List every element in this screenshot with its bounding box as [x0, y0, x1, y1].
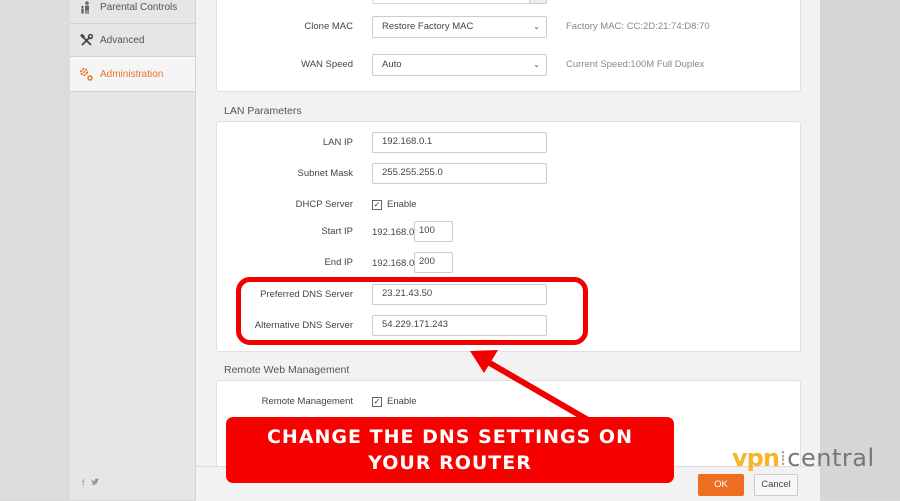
twitter-icon[interactable] [90, 478, 100, 488]
right-background [820, 0, 900, 500]
tools-icon [79, 33, 93, 47]
dns-highlight-box [236, 277, 588, 345]
start-ip-label: Start IP [321, 226, 353, 237]
wan-settings-card [216, 0, 801, 92]
dhcp-server-checkbox[interactable]: ✓ Enable [372, 199, 417, 210]
sidebar-item-parental-controls[interactable]: Parental Controls [70, 0, 195, 24]
ok-button[interactable]: OK [698, 474, 744, 496]
banner-line-1: CHANGE THE DNS SETTINGS ON [266, 426, 633, 448]
wan-speed-select[interactable]: Auto ⌄ [372, 54, 547, 76]
sidebar-item-advanced[interactable]: Advanced [70, 24, 195, 57]
remote-web-management-title: Remote Web Management [224, 364, 350, 376]
start-ip-input[interactable]: 100 [414, 221, 453, 242]
sidebar-item-label: Advanced [100, 34, 145, 46]
cancel-button[interactable]: Cancel [754, 474, 798, 496]
subnet-mask-label: Subnet Mask [297, 168, 353, 179]
remote-management-checkbox[interactable]: ✓ Enable [372, 396, 417, 407]
lan-ip-label: LAN IP [322, 137, 353, 148]
sidebar-item-administration[interactable]: Administration [70, 57, 195, 92]
annotation-banner: CHANGE THE DNS SETTINGS ON YOUR ROUTER [226, 417, 674, 483]
chevron-down-icon: ⌄ [533, 60, 540, 69]
clone-mac-select[interactable]: Restore Factory MAC ⌄ [372, 16, 547, 38]
current-speed-hint: Current Speed:100M Full Duplex [566, 59, 705, 70]
sidebar-item-label: Administration [100, 68, 164, 80]
subnet-mask-input[interactable]: 255.255.255.0 [372, 163, 547, 184]
lan-parameters-title: LAN Parameters [224, 105, 302, 117]
clone-mac-label: Clone MAC [304, 21, 353, 32]
banner-line-2: YOUR ROUTER [368, 452, 532, 474]
end-ip-input[interactable]: 200 [414, 252, 453, 273]
watermark-central: central [787, 444, 875, 472]
social-links: f [82, 478, 100, 488]
facebook-icon[interactable]: f [82, 478, 85, 488]
sidebar: Parental Controls Advanced Administratio… [70, 0, 196, 500]
checkbox-checked-icon: ✓ [372, 396, 382, 407]
lan-ip-input[interactable]: 192.168.0.1 [372, 132, 547, 153]
left-background [0, 0, 70, 500]
checkbox-checked-icon: ✓ [372, 199, 382, 210]
gears-icon [79, 67, 93, 81]
dhcp-enable-label: Enable [387, 199, 417, 210]
wan-speed-value: Auto [382, 59, 402, 70]
factory-mac-hint: Factory MAC: CC:2D:21:74:D8:70 [566, 21, 710, 32]
end-ip-label: End IP [324, 257, 353, 268]
remote-enable-label: Enable [387, 396, 417, 407]
chevron-down-icon: ⌄ [533, 22, 540, 31]
parental-controls-icon [79, 0, 93, 14]
remote-management-label: Remote Management [261, 396, 353, 407]
sidebar-item-label: Parental Controls [100, 1, 178, 13]
vpncentral-watermark: vpn ⁞ central [732, 444, 875, 472]
end-ip-prefix: 192.168.0. [372, 258, 417, 269]
wan-speed-label: WAN Speed [301, 59, 353, 70]
watermark-vpn: vpn [732, 444, 780, 472]
previous-field-button[interactable] [529, 0, 547, 4]
watermark-separator-icon: ⁞ [779, 446, 787, 470]
clone-mac-value: Restore Factory MAC [382, 21, 474, 32]
start-ip-prefix: 192.168.0. [372, 227, 417, 238]
dhcp-server-label: DHCP Server [295, 199, 353, 210]
previous-field[interactable] [372, 0, 547, 4]
